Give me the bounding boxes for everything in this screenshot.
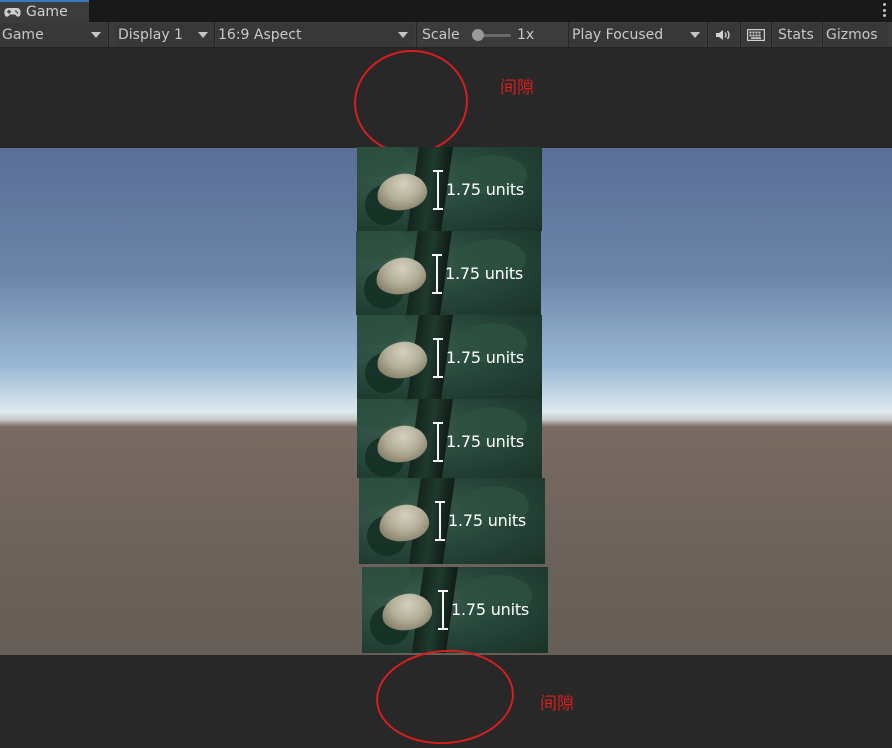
tile-height-label: 1.75 units	[445, 264, 524, 283]
view-mode-dropdown[interactable]: Game	[0, 23, 107, 47]
annotation-circle-top	[348, 44, 474, 160]
toolbar-divider	[707, 22, 708, 48]
aspect-dropdown[interactable]: 16:9 Aspect	[216, 23, 414, 47]
stone-sprite-tile: 1.75 units	[356, 231, 541, 315]
tab-title: Game	[26, 4, 68, 20]
toolbar-divider	[771, 22, 772, 48]
height-marker-icon	[433, 422, 443, 462]
shortcuts-button[interactable]	[742, 23, 770, 47]
chevron-down-icon	[198, 32, 208, 38]
scale-label: Scale	[422, 27, 460, 43]
chevron-down-icon	[91, 32, 101, 38]
annotation-label-top: 间隙	[500, 78, 534, 98]
stats-button[interactable]: Stats	[773, 23, 821, 47]
toolbar-divider	[822, 22, 823, 48]
height-marker-icon	[438, 590, 448, 630]
gizmos-button[interactable]: Gizmos	[824, 23, 888, 47]
gamepad-icon	[4, 7, 21, 18]
play-mode-dropdown[interactable]: Play Focused	[570, 23, 706, 47]
keyboard-icon	[747, 29, 765, 41]
tile-height-label: 1.75 units	[446, 348, 525, 367]
speaker-icon	[716, 30, 730, 40]
mute-audio-button[interactable]	[709, 23, 739, 47]
toolbar-divider	[108, 22, 109, 48]
stone-sprite-tile: 1.75 units	[357, 147, 542, 231]
play-mode-value: Play Focused	[572, 27, 664, 43]
window-tab-bar: Game	[0, 0, 892, 22]
tab-game[interactable]: Game	[0, 0, 89, 22]
height-marker-icon	[435, 501, 445, 541]
tile-height-label: 1.75 units	[451, 600, 530, 619]
annotation-label-bottom: 间隙	[540, 694, 574, 714]
stone-sprite-tile: 1.75 units	[357, 399, 542, 478]
tile-height-label: 1.75 units	[446, 180, 525, 199]
stone-sprite-tile: 1.75 units	[357, 315, 542, 399]
stone-sprite-tile: 1.75 units	[362, 567, 548, 653]
toolbar-divider	[214, 22, 215, 48]
more-options-icon[interactable]	[882, 3, 886, 17]
view-mode-value: Game	[2, 27, 44, 43]
chevron-down-icon	[690, 32, 700, 38]
height-marker-icon	[433, 170, 443, 210]
toolbar-divider	[416, 22, 417, 48]
display-value: Display 1	[118, 27, 183, 43]
stone-sprite-tile: 1.75 units	[359, 478, 545, 564]
toolbar-divider	[568, 22, 569, 48]
chevron-down-icon	[398, 32, 408, 38]
height-marker-icon	[433, 338, 443, 378]
gizmos-label: Gizmos	[826, 27, 878, 43]
display-dropdown[interactable]: Display 1	[116, 23, 214, 47]
scale-value: 1x	[517, 27, 535, 43]
scale-slider-handle[interactable]	[472, 29, 484, 41]
tile-height-label: 1.75 units	[448, 511, 527, 530]
game-view-toolbar: Game Display 1 16:9 Aspect Scale 1x Play…	[0, 22, 892, 48]
tile-height-label: 1.75 units	[446, 432, 525, 451]
stats-label: Stats	[778, 27, 814, 43]
aspect-value: 16:9 Aspect	[218, 27, 302, 43]
height-marker-icon	[432, 254, 442, 294]
toolbar-divider	[740, 22, 741, 48]
